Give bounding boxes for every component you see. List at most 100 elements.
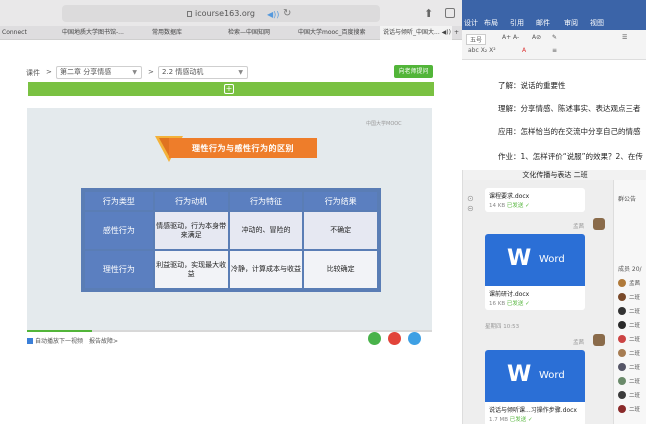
- member-item[interactable]: 二班: [618, 404, 646, 416]
- word-title-bar: [462, 0, 646, 14]
- address-bar[interactable]: icourse163.org: [62, 5, 380, 22]
- speaker-icon[interactable]: ◀)): [267, 10, 279, 19]
- weibo-share-icon[interactable]: [388, 332, 401, 345]
- expand-icon[interactable]: +: [224, 84, 234, 94]
- tab-connect[interactable]: Connect: [2, 26, 40, 40]
- tab-cnki[interactable]: 检索—中国知网: [228, 26, 288, 40]
- table-header: 行为特征: [229, 192, 303, 210]
- ribbon-tab-view[interactable]: 视图: [590, 18, 604, 28]
- new-tab-button[interactable]: +: [454, 26, 462, 40]
- member-item[interactable]: 二班: [618, 334, 646, 346]
- autoplay-row: 自动播放下一视频 报告故障>: [27, 337, 118, 347]
- grow-font-icon[interactable]: A+ A-: [502, 34, 519, 41]
- file-meta: 16 KB 已发送 ✓: [489, 301, 530, 307]
- table-cell: 情感驱动，行为本身带来满足: [154, 212, 228, 249]
- word-file-preview: W Word: [485, 234, 585, 286]
- file-card[interactable]: 课程要求.docx 14 KB 已发送 ✓: [485, 188, 585, 212]
- table-cell: 不确定: [304, 212, 377, 249]
- list-icon[interactable]: ☰: [622, 34, 627, 41]
- course-page: 课件 > 第二章 分享情感 ▼ > 2.2 情感动机 ▼ 向老师提问 + 中国大…: [0, 40, 462, 424]
- avatar[interactable]: [593, 218, 605, 230]
- chapter-select[interactable]: 第二章 分享情感 ▼: [56, 66, 142, 79]
- doc-line: 作业：1、怎样评价“说服”的效果？2、在传: [498, 152, 643, 161]
- align-icon[interactable]: ≡: [552, 47, 557, 54]
- member-item[interactable]: 孟茜: [618, 278, 646, 290]
- ribbon-tab-layout[interactable]: 布局: [484, 18, 498, 28]
- browser-toolbar: icourse163.org ◀)) ↻ ⬆: [0, 0, 462, 26]
- ribbon-tab-references[interactable]: 引用: [510, 18, 524, 28]
- tabs-overview-icon[interactable]: [445, 8, 455, 18]
- file-name: 课程要求.docx: [489, 193, 530, 200]
- tab-bar: Connect 中国地质大学图书馆-... 常用数据库 检索—中国知网 中国大学…: [0, 26, 462, 40]
- chapter-value: 第二章 分享情感: [60, 68, 112, 76]
- member-panel: 群公告 成员 20/ 孟茜 二班 二班 二班 二班 二班 二班 二班 二班 二班: [613, 180, 646, 424]
- clear-format-icon[interactable]: A⊘: [532, 34, 541, 41]
- browser-window: icourse163.org ◀)) ↻ ⬆ Connect 中国地质大学图书馆…: [0, 0, 462, 424]
- crumb-sep: >: [46, 68, 52, 76]
- slide-banner: 理性行为与感性行为的区别: [147, 136, 323, 162]
- ask-teacher-button[interactable]: 向老师提问: [394, 65, 433, 78]
- member-item[interactable]: 二班: [618, 320, 646, 332]
- table-header: 行为动机: [154, 192, 228, 210]
- ribbon-tab-design[interactable]: 设计: [464, 18, 478, 28]
- highlight-icon[interactable]: ✎: [552, 34, 557, 41]
- member-item[interactable]: 二班: [618, 362, 646, 374]
- chat-messages[interactable]: 课程要求.docx 14 KB 已发送 ✓ ⊙ ⊝ 孟茜 W Word 课前研讨…: [463, 180, 613, 424]
- ribbon-tab-mailings[interactable]: 邮件: [536, 18, 550, 28]
- word-ribbon-tabs: 设计 布局 引用 邮件 审阅 视图: [462, 14, 646, 30]
- tab-mooc-active[interactable]: 说话与倾听_中国大... ◀)): [380, 26, 452, 40]
- lesson-select[interactable]: 2.2 情感动机 ▼: [158, 66, 248, 79]
- file-card[interactable]: W Word 课前研讨.docx 16 KB 已发送 ✓: [485, 234, 585, 310]
- crumb-sep: >: [148, 68, 154, 76]
- file-meta: 1.7 MB 已发送 ✓: [489, 417, 533, 423]
- chat-window: 文化传播与表达 二班 课程要求.docx 14 KB 已发送 ✓ ⊙ ⊝ 孟茜 …: [462, 170, 646, 424]
- forward-icon[interactable]: ⊙: [467, 194, 474, 203]
- file-card[interactable]: W Word 说话与倾听课...习操作步骤.docx 1.7 MB 已发送 ✓: [485, 350, 585, 424]
- share-icon[interactable]: ⬆: [424, 7, 436, 20]
- member-count: 成员 20/: [618, 266, 642, 273]
- tab-library[interactable]: 中国地质大学图书馆-...: [62, 26, 130, 40]
- tab-baidu[interactable]: 中国大学mooc_百度搜索: [298, 26, 372, 40]
- table-cell: 冷静，计算成本与收益: [229, 251, 303, 288]
- reload-icon[interactable]: ↻: [283, 8, 291, 19]
- table-header: 行为类型: [85, 192, 153, 210]
- member-item[interactable]: 二班: [618, 292, 646, 304]
- member-item[interactable]: 二班: [618, 376, 646, 388]
- font-size-select[interactable]: 五号: [466, 34, 487, 45]
- ribbon-tab-review[interactable]: 审阅: [564, 18, 578, 28]
- lesson-value: 2.2 情感动机: [162, 68, 204, 76]
- group-notice-label[interactable]: 群公告: [618, 194, 636, 203]
- word-icon: W: [507, 362, 532, 387]
- crumb-courseware[interactable]: 课件: [26, 68, 40, 78]
- download-icon[interactable]: ⊝: [467, 204, 474, 213]
- chevron-down-icon: ▼: [238, 69, 243, 76]
- word-file-preview: W Word: [485, 350, 585, 402]
- video-progress-fill: [27, 330, 92, 332]
- table-cell: 比较确定: [304, 251, 377, 288]
- word-toolbar: 五号 A+ A- A⊘ ✎ ☰ abc X₂ X² A ≡: [462, 30, 646, 60]
- video-player[interactable]: 中国大学MOOC 理性行为与感性行为的区别 行为类型 行为动机 行为特征 行为结…: [27, 108, 432, 330]
- table-cell: 利益驱动，实现最大收益: [154, 251, 228, 288]
- file-name: 说话与倾听课...习操作步骤.docx: [489, 407, 577, 414]
- wechat-share-icon[interactable]: [368, 332, 381, 345]
- doc-line: 了解：说话的重要性: [498, 81, 566, 90]
- table-cell: 冲动的、冒险的: [229, 212, 303, 249]
- avatar[interactable]: [593, 334, 605, 346]
- member-item[interactable]: 二班: [618, 390, 646, 402]
- word-icon: W: [507, 246, 532, 271]
- chevron-down-icon: ▼: [132, 69, 137, 76]
- doc-line: 理解：分享情感、陈述事实、表达观点三者: [498, 104, 641, 113]
- member-item[interactable]: 二班: [618, 348, 646, 360]
- word-label: Word: [539, 370, 565, 381]
- autoplay-checkbox[interactable]: [27, 338, 33, 344]
- font-color-icon[interactable]: A: [522, 47, 526, 54]
- sender-name: 孟茜: [573, 340, 585, 346]
- table-row-header: 感性行为: [85, 212, 153, 249]
- qq-share-icon[interactable]: [408, 332, 421, 345]
- member-item[interactable]: 二班: [618, 306, 646, 318]
- tab-databases[interactable]: 常用数据库: [152, 26, 200, 40]
- strike-icon[interactable]: abc X₂ X²: [468, 47, 496, 54]
- report-link[interactable]: 报告故障>: [89, 338, 118, 345]
- sender-name: 孟茜: [573, 224, 585, 230]
- file-meta: 14 KB 已发送 ✓: [489, 203, 530, 209]
